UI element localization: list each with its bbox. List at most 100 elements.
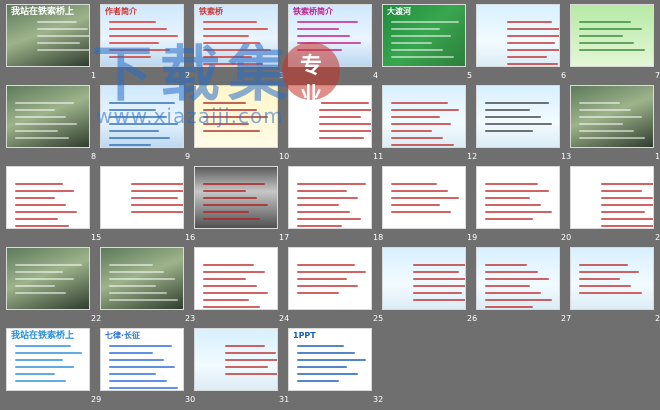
slide-thumbnail-12[interactable]	[382, 85, 466, 148]
slide-thumbnail-20[interactable]	[476, 166, 560, 229]
slide-thumbnail-24[interactable]	[194, 247, 278, 310]
slide-number: 13	[561, 152, 572, 161]
slide-thumbnail-22[interactable]	[6, 247, 90, 310]
slide-thumbnail-25[interactable]	[288, 247, 372, 310]
slide-thumbnail-23[interactable]	[100, 247, 184, 310]
slide-title: 我站在铁索桥上	[11, 331, 75, 341]
slide-text-line	[601, 218, 653, 220]
slide-text-line	[391, 130, 432, 132]
slide-text-line	[413, 299, 465, 301]
slide-thumbnail-13[interactable]	[476, 85, 560, 148]
slide-text-line	[131, 211, 183, 213]
slide-text-line	[225, 373, 277, 375]
slide-thumbnail-18[interactable]	[288, 166, 372, 229]
slide-text-line	[203, 299, 249, 301]
slide-text-line	[297, 359, 366, 361]
slide-number: 9	[185, 152, 191, 161]
slide-thumbnail-26[interactable]	[382, 247, 466, 310]
watermark-badge-bottom: 业	[299, 84, 322, 109]
slide-text-line	[507, 49, 559, 51]
slide-text-line	[109, 352, 153, 354]
slide-title: 铁索桥简介	[293, 7, 333, 16]
slide-text-line	[485, 123, 552, 125]
slide-thumbnail-8[interactable]	[6, 85, 90, 148]
slide-thumbnail-32[interactable]: 1PPT	[288, 328, 372, 391]
slide-text-line	[391, 137, 443, 139]
slide-text-line	[15, 271, 63, 273]
slide-text-line	[319, 123, 371, 125]
slide-number: 29	[91, 395, 102, 404]
slide-thumbnail-16[interactable]	[100, 166, 184, 229]
slide-text-line	[601, 225, 653, 227]
slide-thumbnail-31[interactable]	[194, 328, 278, 391]
slide-text-line	[37, 49, 89, 51]
slide-text-line	[485, 197, 530, 199]
slide-text-line	[413, 271, 459, 273]
slide-text-line	[507, 42, 555, 44]
slide-thumbnail-21[interactable]	[570, 166, 654, 229]
slide-thumbnail-27[interactable]	[476, 247, 560, 310]
slide-text-line	[203, 292, 268, 294]
slide-text-line	[297, 345, 344, 347]
slide-text-line	[485, 204, 541, 206]
slide-text-line	[579, 137, 645, 139]
slide-thumbnail-7[interactable]	[570, 4, 654, 67]
slide-text-line	[297, 264, 355, 266]
slide-text-line	[485, 116, 541, 118]
slide-number: 15	[91, 233, 102, 242]
slide-text-line	[15, 109, 55, 111]
slide-text-line	[131, 183, 183, 185]
slide-thumbnail-6[interactable]	[476, 4, 560, 67]
slide-text-line	[579, 42, 634, 44]
slide-text-line	[225, 352, 276, 354]
slide-text-line	[131, 190, 183, 192]
slide-thumbnail-29[interactable]: 我站在铁索桥上	[6, 328, 90, 391]
slide-text-line	[15, 345, 71, 347]
slide-text-line	[15, 211, 77, 213]
slide-text-line	[391, 21, 459, 23]
slide-thumbnail-17[interactable]	[194, 166, 278, 229]
slide-text-line	[109, 137, 170, 139]
slide-number: 16	[185, 233, 196, 242]
slide-thumbnail-14[interactable]	[570, 85, 654, 148]
slide-text-line	[203, 204, 268, 206]
slide-thumbnail-15[interactable]	[6, 166, 90, 229]
slide-text-line	[297, 271, 366, 273]
slide-text-line	[579, 285, 631, 287]
slide-text-line	[15, 366, 74, 368]
slide-text-line	[485, 278, 549, 280]
slide-text-line	[485, 264, 527, 266]
slide-text-line	[203, 21, 257, 23]
slide-text-line	[297, 366, 347, 368]
slide-title: 作者简介	[105, 7, 137, 16]
slide-text-line	[391, 28, 440, 30]
slide-number: 8	[91, 152, 97, 161]
slide-text-line	[203, 197, 257, 199]
slide-number: 6	[561, 71, 567, 80]
slide-thumbnail-1[interactable]: 我站在铁索桥上	[6, 4, 90, 67]
slide-text-line	[413, 292, 462, 294]
slide-text-line	[579, 109, 631, 111]
slide-text-line	[203, 183, 265, 185]
slide-text-line	[15, 352, 82, 354]
slide-text-line	[579, 264, 628, 266]
slide-thumbnail-19[interactable]	[382, 166, 466, 229]
slide-text-line	[203, 218, 260, 220]
slide-thumbnail-28[interactable]	[570, 247, 654, 310]
slide-text-line	[579, 35, 623, 37]
slide-text-line	[109, 278, 175, 280]
slide-text-line	[131, 197, 178, 199]
slide-text-line	[485, 183, 538, 185]
slide-text-line	[391, 116, 440, 118]
slide-thumbnail-5[interactable]: 大渡河	[382, 4, 466, 67]
slide-text-line	[15, 197, 55, 199]
slide-thumbnail-30[interactable]: 七律·长征	[100, 328, 184, 391]
slide-text-line	[109, 130, 159, 132]
slide-text-line	[319, 116, 361, 118]
slide-text-line	[391, 204, 440, 206]
slide-number: 25	[373, 314, 384, 323]
slide-text-line	[601, 183, 653, 185]
slide-text-line	[485, 190, 549, 192]
slide-text-line	[579, 28, 642, 30]
slide-text-line	[15, 183, 63, 185]
